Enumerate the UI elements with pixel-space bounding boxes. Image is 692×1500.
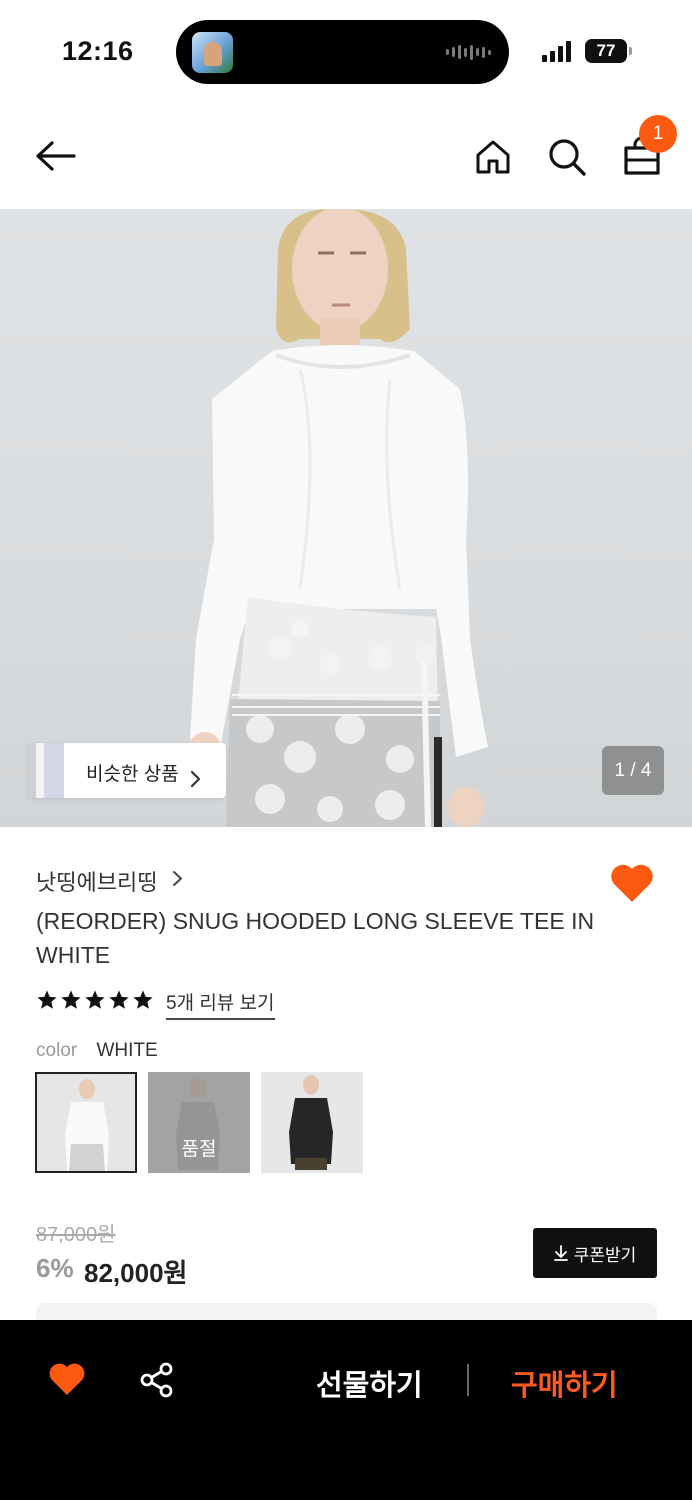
search-icon[interactable] bbox=[547, 137, 587, 177]
top-nav bbox=[0, 110, 692, 206]
sold-out-label: 품절 bbox=[181, 1139, 217, 1160]
now-playing-thumbnail bbox=[192, 32, 233, 73]
bottom-action-bar bbox=[0, 1320, 692, 1500]
color-swatch-white[interactable] bbox=[35, 1072, 137, 1173]
coupon-label: 쿠폰받기 bbox=[573, 1245, 637, 1265]
status-bar: 12:16 77 bbox=[0, 0, 692, 100]
star-icon bbox=[37, 990, 57, 1009]
rating-stars bbox=[36, 989, 154, 1011]
discount-rate: 6% bbox=[36, 1253, 74, 1283]
similar-products-label: 비슷한 상품 bbox=[86, 764, 179, 785]
product-title: (REORDER) SNUG HOODED LONG SLEEVE TEE IN… bbox=[36, 908, 595, 968]
battery-icon: 77 bbox=[585, 39, 627, 63]
bottom-divider bbox=[467, 1364, 469, 1396]
battery-cap bbox=[629, 47, 632, 55]
review-link[interactable]: 5개 리뷰 보기 bbox=[166, 988, 275, 1020]
back-arrow-icon[interactable] bbox=[34, 138, 78, 174]
chevron-right-icon bbox=[190, 770, 201, 788]
swatch-image-black bbox=[261, 1072, 363, 1173]
coupon-button[interactable]: 쿠폰받기 bbox=[533, 1228, 657, 1278]
color-value: WHITE bbox=[96, 1040, 158, 1061]
product-photo bbox=[187, 209, 488, 827]
home-icon[interactable] bbox=[474, 138, 512, 176]
heart-icon[interactable] bbox=[609, 862, 655, 904]
color-swatch-black[interactable] bbox=[261, 1072, 363, 1173]
sale-price: 82,000원 bbox=[84, 1258, 188, 1288]
color-row: color WHITE bbox=[36, 1040, 158, 1062]
share-icon[interactable] bbox=[139, 1362, 175, 1398]
star-icon bbox=[85, 990, 105, 1009]
star-icon bbox=[133, 990, 153, 1009]
audio-wave-icon bbox=[446, 44, 491, 60]
color-swatch-grey[interactable]: 품절 bbox=[148, 1072, 250, 1173]
color-label: color bbox=[36, 1040, 78, 1061]
chevron-right-icon bbox=[173, 871, 182, 886]
heart-icon[interactable] bbox=[48, 1361, 86, 1397]
product-image[interactable] bbox=[0, 209, 692, 827]
image-counter: 1 / 4 bbox=[602, 746, 664, 795]
brand-link[interactable]: 낫띵에브리띵 bbox=[36, 865, 157, 897]
swatch-image-white bbox=[37, 1074, 135, 1171]
buy-button[interactable]: 구매하기 bbox=[511, 1362, 618, 1404]
status-time: 12:16 bbox=[62, 36, 134, 66]
star-icon bbox=[61, 990, 81, 1009]
signal-icon bbox=[542, 40, 571, 62]
dynamic-island[interactable] bbox=[176, 20, 509, 84]
download-icon bbox=[553, 1245, 568, 1261]
original-price: 87,000원 bbox=[36, 1224, 116, 1246]
star-icon bbox=[109, 990, 129, 1009]
gift-button[interactable]: 선물하기 bbox=[316, 1362, 423, 1404]
similar-products-thumbnail bbox=[28, 743, 64, 798]
cart-count-badge: 1 bbox=[639, 115, 677, 153]
